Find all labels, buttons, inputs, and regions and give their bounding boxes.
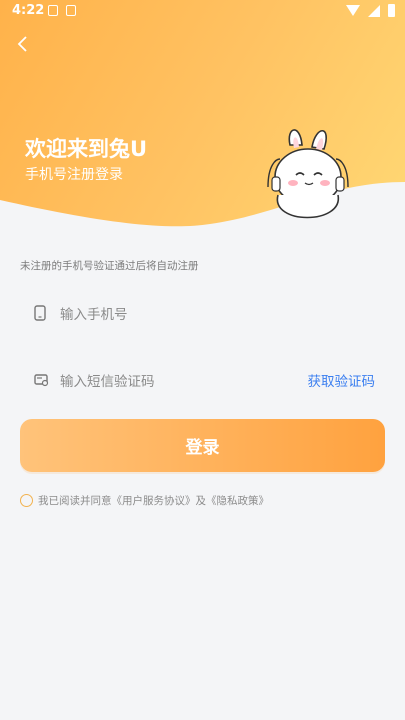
page-subtitle: 手机号注册登录: [25, 167, 123, 183]
page-title: 欢迎来到兔U: [25, 137, 148, 161]
sms-code-input[interactable]: 输入短信验证码 获取验证码: [20, 362, 385, 398]
sms-code-placeholder: 输入短信验证码: [60, 374, 155, 390]
signal-icon: [368, 4, 380, 17]
status-bar: 4:22: [0, 0, 405, 22]
privacy-policy-link[interactable]: 《隐私政策》: [206, 493, 269, 508]
agreement-row: 我已阅读并同意 《用户服务协议》 及 《隐私政策》: [20, 493, 269, 508]
agreement-prefix: 我已阅读并同意: [38, 495, 112, 507]
download-icon: [66, 5, 76, 16]
status-time: 4:22: [12, 3, 45, 18]
back-button[interactable]: [14, 34, 34, 54]
back-arrow-icon: [17, 36, 27, 52]
agreement-checkbox[interactable]: [20, 494, 33, 507]
get-code-button[interactable]: 获取验证码: [308, 370, 376, 390]
phone-placeholder: 输入手机号: [60, 307, 128, 323]
phone-input[interactable]: 输入手机号: [20, 295, 385, 331]
sms-code-icon: [34, 372, 49, 391]
login-button[interactable]: 登录: [20, 419, 385, 472]
image-icon: [48, 5, 58, 16]
wifi-icon: [346, 5, 360, 16]
auto-register-hint: 未注册的手机号验证通过后将自动注册: [20, 260, 199, 272]
rabbit-mascot: [267, 129, 349, 219]
battery-icon: [388, 4, 395, 17]
agreement-and: 及: [195, 495, 207, 507]
phone-icon: [34, 305, 46, 325]
user-agreement-link[interactable]: 《用户服务协议》: [112, 493, 196, 508]
